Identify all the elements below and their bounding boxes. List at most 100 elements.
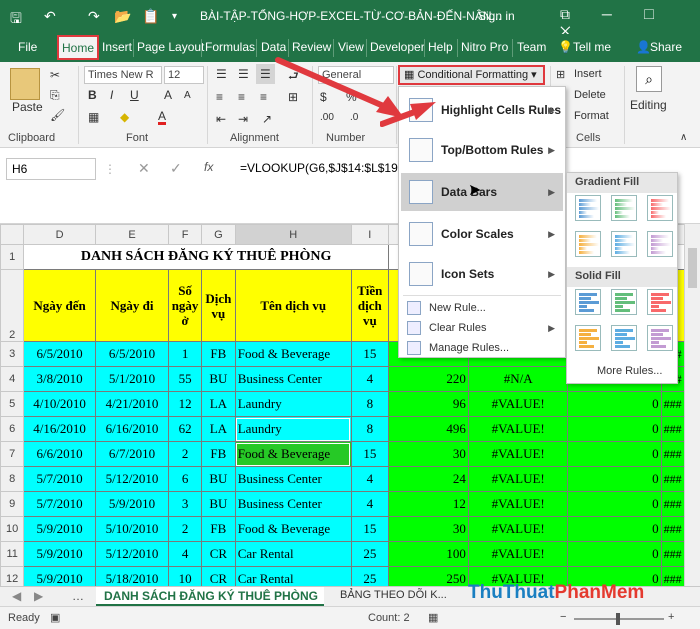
cell-service-name[interactable]: Business Center	[234, 466, 352, 492]
cell-service-name[interactable]: Food & Beverage	[234, 516, 352, 542]
cell-days[interactable]: 55	[168, 366, 203, 392]
manage-rules-item[interactable]: Manage Rules...	[401, 337, 563, 359]
cell-value[interactable]: 0	[567, 466, 662, 492]
align-center-icon[interactable]: ≡	[238, 90, 245, 104]
cancel-icon[interactable]: ✕	[138, 160, 150, 177]
cell-arrival-date[interactable]: 5/9/2010	[23, 566, 96, 586]
cell-value[interactable]: 250	[387, 566, 469, 586]
cell-service-code[interactable]: BU	[201, 366, 236, 392]
select-all-corner[interactable]	[0, 224, 25, 245]
row-header[interactable]: 11	[0, 541, 25, 567]
cell-service-code[interactable]: BU	[201, 491, 236, 517]
column-header[interactable]: I	[350, 224, 389, 245]
cell-service-code[interactable]: FB	[201, 341, 236, 367]
cut-icon[interactable]: ✂	[50, 68, 60, 82]
cell-service-fee[interactable]: 4	[350, 491, 389, 517]
comma-icon[interactable]: ,	[370, 90, 373, 104]
cell-departure-date[interactable]: 5/10/2010	[94, 516, 170, 542]
cell-departure-date[interactable]: 5/12/2010	[94, 541, 170, 567]
cell-days[interactable]: 2	[168, 516, 203, 542]
editing-button[interactable]: Editing	[630, 98, 667, 112]
cell-service-name[interactable]: Food & Beverage	[234, 441, 352, 467]
column-header[interactable]: G	[201, 224, 236, 245]
align-right-icon[interactable]: ≡	[260, 90, 267, 104]
gradient-fill-data-bar-option[interactable]	[647, 231, 673, 257]
row-header[interactable]: 1	[0, 244, 25, 270]
column-header[interactable]: H	[234, 224, 352, 245]
cell-value[interactable]: 0	[567, 491, 662, 517]
tab-formulas[interactable]: Formulas	[205, 40, 255, 54]
cell-arrival-date[interactable]: 6/5/2010	[23, 341, 96, 367]
underline-button[interactable]: U	[130, 88, 139, 102]
cell-arrival-date[interactable]: 4/16/2010	[23, 416, 96, 442]
header-cell[interactable]: Ngày đến	[23, 269, 96, 342]
search-icon[interactable]: ⌕	[636, 66, 662, 92]
tab-team[interactable]: Team	[517, 40, 546, 54]
cell-value[interactable]: #VALUE!	[467, 466, 569, 492]
cell-service-code[interactable]: BU	[201, 466, 236, 492]
cell-service-fee[interactable]: 15	[350, 441, 389, 467]
top-align-icon[interactable]: ☰	[216, 67, 227, 81]
cell-service-fee[interactable]: 15	[350, 341, 389, 367]
copy-icon[interactable]: ⎘	[50, 88, 60, 103]
color-scales-item[interactable]: Color Scales ▶	[401, 215, 563, 253]
tab-developer[interactable]: Developer	[370, 40, 425, 54]
cell-service-name[interactable]: Business Center	[234, 491, 352, 517]
row-header[interactable]: 12	[0, 566, 25, 586]
macro-record-icon[interactable]: ▣	[50, 611, 60, 624]
header-cell[interactable]: Ngày đi	[94, 269, 170, 342]
cell-value[interactable]: 100	[387, 541, 469, 567]
increase-indent-icon[interactable]: ⇥	[238, 112, 248, 126]
enter-icon[interactable]: ✓	[170, 160, 182, 177]
solid-fill-data-bar-option[interactable]	[611, 325, 637, 351]
cell-arrival-date[interactable]: 6/6/2010	[23, 441, 96, 467]
insert-function-icon[interactable]: fx	[204, 160, 213, 174]
sheet-title-cell[interactable]: DANH SÁCH ĐĂNG KÝ THUÊ PHÒNG	[23, 244, 389, 270]
cell-arrival-date[interactable]: 5/7/2010	[23, 491, 96, 517]
cell-value[interactable]: 0	[567, 516, 662, 542]
cell-departure-date[interactable]: 4/21/2010	[94, 391, 170, 417]
cell-days[interactable]: 4	[168, 541, 203, 567]
align-left-icon[interactable]: ≡	[216, 90, 223, 104]
tab-file[interactable]: File	[18, 40, 37, 54]
gradient-fill-data-bar-option[interactable]	[611, 195, 637, 221]
cell-value[interactable]: 12	[387, 491, 469, 517]
cell-service-code[interactable]: LA	[201, 391, 236, 417]
open-folder-icon[interactable]: 📂	[114, 8, 131, 25]
solid-fill-data-bar-option[interactable]	[575, 289, 601, 315]
cell-service-fee[interactable]: 25	[350, 566, 389, 586]
grow-font-icon[interactable]: A	[164, 88, 172, 102]
cell-days[interactable]: 3	[168, 491, 203, 517]
cell-service-fee[interactable]: 8	[350, 416, 389, 442]
cell-days[interactable]: 10	[168, 566, 203, 586]
cell-departure-date[interactable]: 5/9/2010	[94, 491, 170, 517]
cell-service-name[interactable]: Food & Beverage	[234, 341, 352, 367]
cell-value[interactable]: #VALUE!	[467, 441, 569, 467]
format-cells-button[interactable]: Format	[574, 110, 609, 122]
sheet-tab-active[interactable]: DANH SÁCH ĐĂNG KÝ THUÊ PHÒNG	[96, 587, 324, 607]
normal-view-icon[interactable]: ▦	[428, 611, 438, 624]
formula-input[interactable]: =VLOOKUP(G6,$J$14:$L$19,	[236, 158, 398, 180]
collapse-ribbon-icon[interactable]: ∧	[680, 132, 687, 143]
row-header[interactable]: 9	[0, 491, 25, 517]
gradient-fill-data-bar-option[interactable]	[575, 195, 601, 221]
header-cell[interactable]: Số ngày ở	[168, 269, 203, 342]
shrink-font-icon[interactable]: A	[184, 90, 191, 101]
prev-sheet-icon[interactable]: ◀	[12, 589, 21, 603]
gradient-fill-data-bar-option[interactable]	[575, 231, 601, 257]
new-rule-item[interactable]: New Rule...	[401, 297, 563, 319]
cell-service-fee[interactable]: 8	[350, 391, 389, 417]
cell-service-name[interactable]: Laundry	[234, 416, 352, 442]
solid-fill-data-bar-option[interactable]	[611, 289, 637, 315]
solid-fill-data-bar-option[interactable]	[647, 289, 673, 315]
increase-decimal-icon[interactable]: .00	[320, 112, 334, 123]
fill-color-icon[interactable]: ◆	[120, 110, 129, 124]
cell-value[interactable]: 220	[387, 366, 469, 392]
gradient-fill-data-bar-option[interactable]	[611, 231, 637, 257]
header-cell[interactable]: Tiền dịch vụ	[350, 269, 389, 342]
cell-arrival-date[interactable]: 4/10/2010	[23, 391, 96, 417]
cell-value[interactable]: 0	[567, 416, 662, 442]
cell-departure-date[interactable]: 6/7/2010	[94, 441, 170, 467]
insert-cells-button[interactable]: Insert	[574, 68, 602, 80]
undo-icon[interactable]: ↶	[44, 8, 56, 25]
